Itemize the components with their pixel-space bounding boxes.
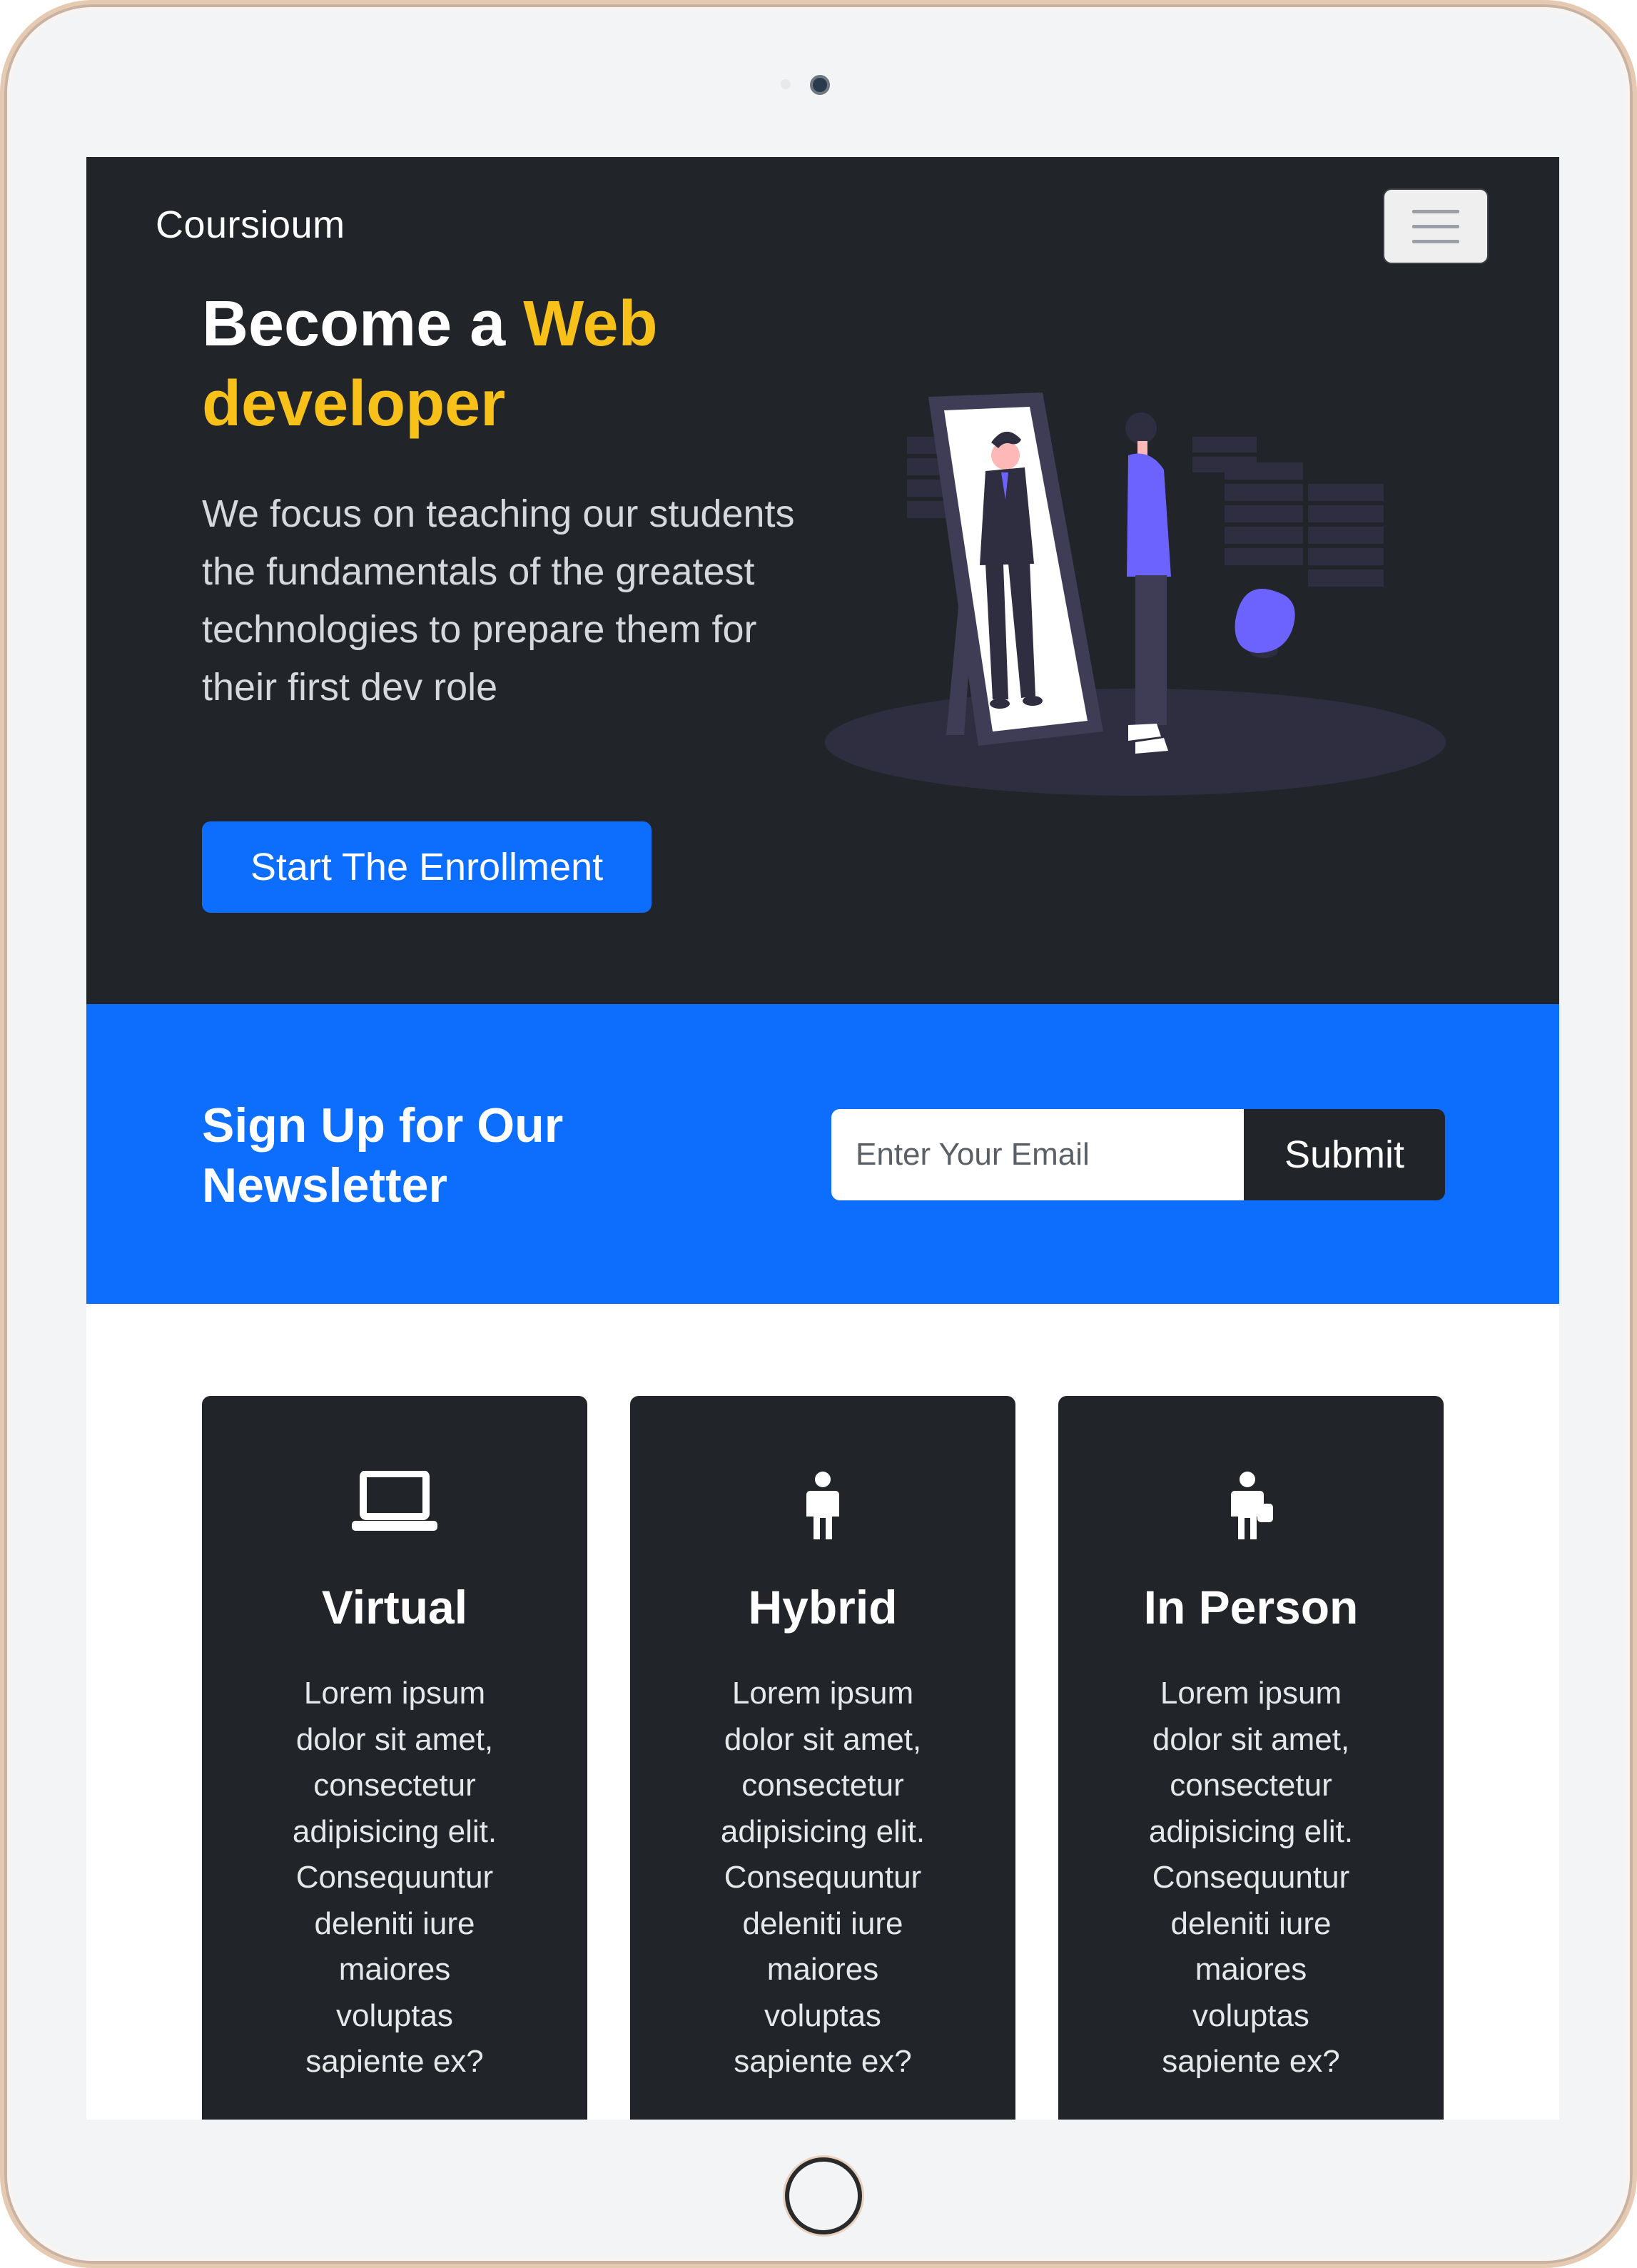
card-text: Lorem ipsum dolor sit amet, consectetur … (292, 1676, 497, 2079)
hero-section: Coursioum Become a Web developer We focu… (86, 157, 1559, 1004)
card-in-person: In Person Lorem ipsum dolor sit amet, co… (1058, 1396, 1444, 2120)
card-title: Hybrid (748, 1581, 898, 1634)
hero-title-prefix: Become a (202, 288, 524, 360)
card-text: Lorem ipsum dolor sit amet, consectetur … (1148, 1676, 1354, 2079)
person-icon (806, 1472, 839, 1539)
email-input[interactable] (831, 1109, 1245, 1200)
newsletter-title: Sign Up for Our Newsletter (202, 1098, 564, 1213)
card-text: Lorem ipsum dolor sit amet, consectetur … (720, 1676, 926, 2079)
start-enrollment-button[interactable]: Start The Enrollment (202, 821, 652, 913)
submit-button[interactable]: Submit (1244, 1109, 1445, 1200)
camera-icon (810, 75, 830, 95)
newsletter-section: Sign Up for Our Newsletter Submit (86, 1004, 1559, 1304)
plant-icon (1235, 589, 1295, 658)
navbar-toggler-button[interactable] (1383, 188, 1489, 264)
card-virtual: Virtual Lorem ipsum dolor sit amet, cons… (202, 1396, 587, 2120)
navbar-brand[interactable]: Coursioum (156, 203, 345, 247)
person-with-bag-icon (1231, 1472, 1273, 1539)
learning-options-section: Virtual Lorem ipsum dolor sit amet, cons… (86, 1304, 1559, 2120)
hamburger-icon (1412, 209, 1459, 213)
sensor-dot (781, 79, 791, 89)
hero-title: Become a Web developer (202, 284, 844, 444)
laptop-icon (352, 1471, 437, 1531)
card-title: In Person (1143, 1581, 1359, 1634)
mirror-illustration (825, 393, 1446, 796)
card-title: Virtual (321, 1581, 468, 1634)
home-button[interactable] (785, 2157, 862, 2234)
card-hybrid: Hybrid Lorem ipsum dolor sit amet, conse… (630, 1396, 1015, 2120)
page-viewport: Coursioum Become a Web developer We focu… (86, 157, 1559, 2120)
tablet-frame: Coursioum Become a Web developer We focu… (0, 0, 1637, 2268)
hero-description: We focus on teaching our students the fu… (202, 492, 795, 709)
